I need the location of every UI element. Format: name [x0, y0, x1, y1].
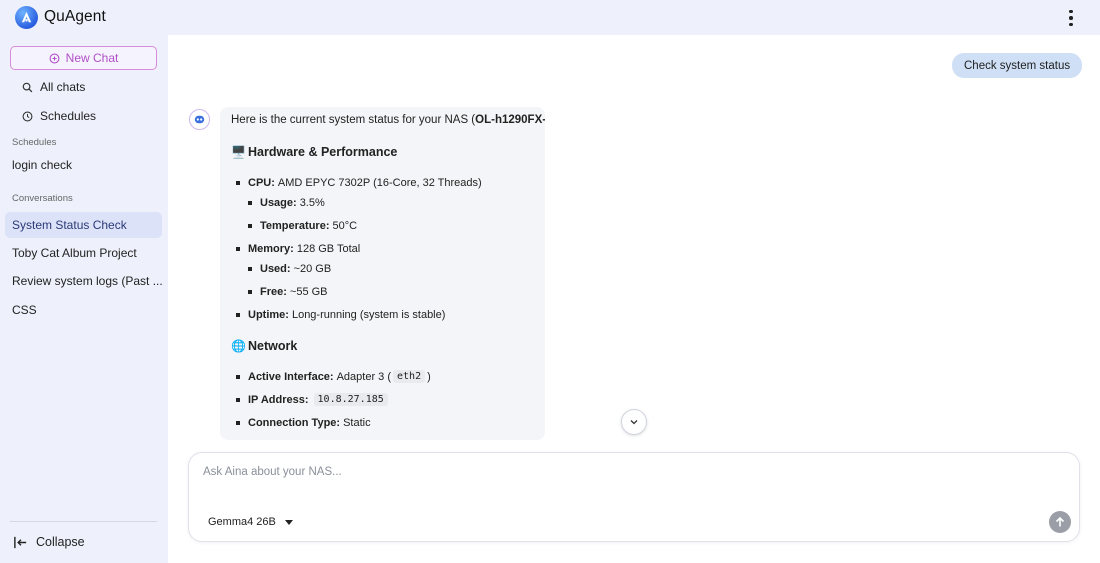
- message-input[interactable]: [203, 463, 1023, 481]
- ip-address-code: 10.8.27.185: [313, 393, 388, 406]
- sidebar: New Chat All chats Schedules Schedules l…: [0, 35, 168, 563]
- conversation-item[interactable]: System Status Check: [5, 212, 162, 238]
- assistant-intro: Here is the current system status for yo…: [231, 114, 545, 126]
- model-name: Gemma4 26B: [208, 516, 276, 528]
- scroll-to-bottom-button[interactable]: [621, 409, 647, 435]
- interface-code: eth2: [393, 370, 426, 383]
- globe-icon: 🌐: [231, 339, 246, 353]
- cpu-item: CPU: AMD EPYC 7302P (16-Core, 32 Threads): [236, 177, 482, 189]
- conversation-item[interactable]: Review system logs (Past ...: [5, 268, 162, 294]
- conversations-heading: Conversations: [12, 193, 73, 204]
- app-logo-icon: [15, 6, 38, 29]
- assistant-avatar-icon: [189, 109, 210, 130]
- collapse-label: Collapse: [36, 535, 85, 549]
- collapse-button[interactable]: Collapse: [13, 533, 85, 551]
- app-title: QuAgent: [44, 8, 106, 25]
- uptime-item: Uptime: Long-running (system is stable): [236, 309, 445, 321]
- chevron-down-icon: [630, 420, 638, 425]
- collapse-icon: [14, 536, 27, 548]
- network-section-title: 🌐 Network: [231, 339, 298, 353]
- chat-plus-icon: [49, 53, 60, 63]
- nas-hostname: OL-h1290FX-03: [475, 114, 545, 126]
- interface-item: Active Interface: Adapter 3 (eth2): [236, 370, 431, 383]
- hardware-section-title: 🖥️ Hardware & Performance: [231, 145, 398, 159]
- schedules-link[interactable]: Schedules: [22, 107, 96, 125]
- connection-type-item: Connection Type: Static: [236, 417, 371, 429]
- sidebar-divider: [10, 521, 157, 522]
- conversation-item[interactable]: Toby Cat Album Project: [5, 240, 162, 266]
- cpu-usage-item: Usage: 3.5%: [248, 197, 325, 209]
- cpu-temp-item: Temperature: 50°C: [248, 220, 357, 232]
- user-message-bubble: Check system status: [952, 53, 1083, 78]
- arrow-up-icon: [1055, 516, 1065, 527]
- computer-icon: 🖥️: [231, 145, 246, 159]
- memory-free-item: Free: ~55 GB: [248, 286, 328, 298]
- schedules-heading: Schedules: [12, 137, 57, 148]
- memory-used-item: Used: ~20 GB: [248, 263, 331, 275]
- assistant-message: Here is the current system status for yo…: [220, 107, 545, 440]
- schedules-label: Schedules: [40, 109, 97, 123]
- message-composer: Gemma4 26B: [188, 452, 1080, 542]
- search-icon: [22, 82, 33, 92]
- clock-icon: [22, 111, 33, 121]
- new-chat-label: New Chat: [65, 51, 119, 65]
- schedule-item-login-check[interactable]: login check: [5, 152, 162, 178]
- all-chats-label: All chats: [40, 80, 86, 94]
- model-selector[interactable]: Gemma4 26B: [208, 514, 293, 530]
- send-button[interactable]: [1049, 511, 1071, 533]
- top-bar: QuAgent: [0, 0, 1100, 35]
- ip-address-item: IP Address: 10.8.27.185: [236, 393, 390, 406]
- all-chats-link[interactable]: All chats: [22, 78, 85, 96]
- new-chat-button[interactable]: New Chat: [10, 46, 157, 70]
- more-options-icon[interactable]: [1063, 7, 1079, 29]
- chat-panel: Check system status Here is the current …: [168, 35, 1100, 563]
- conversation-item[interactable]: CSS: [5, 297, 162, 323]
- caret-down-icon: [284, 519, 293, 525]
- memory-item: Memory: 128 GB Total: [236, 243, 360, 255]
